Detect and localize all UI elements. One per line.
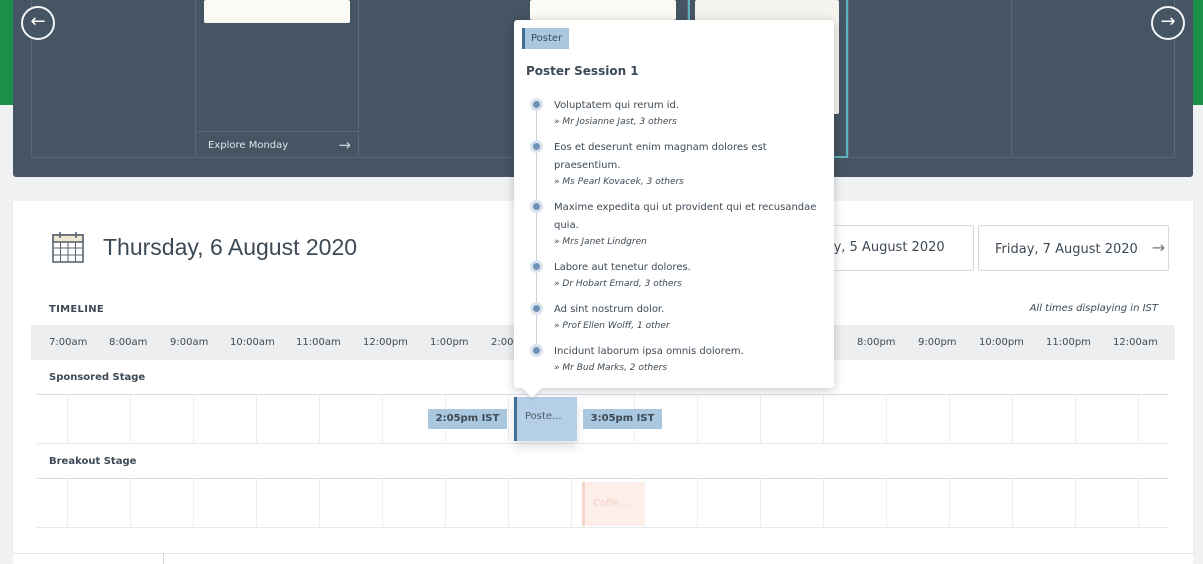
carousel-column [848, 0, 1012, 158]
session-title: Voluptatem qui rerum id. [554, 100, 680, 111]
track-cell [1138, 395, 1139, 443]
session-title: Eos et deserunt enim magnam dolores est … [554, 142, 767, 171]
carousel-column [31, 0, 196, 158]
track-cell [823, 479, 824, 527]
arrow-right-icon: → [1160, 11, 1176, 32]
explore-day-link[interactable]: Explore Monday → [195, 131, 359, 158]
session-speakers: » Prof Ellen Wolff, 1 other [554, 321, 670, 331]
carousel-next-button[interactable]: → [1151, 6, 1185, 40]
hour-label: 1:00pm [430, 337, 469, 348]
track-cell [319, 479, 320, 527]
next-section [13, 553, 1193, 564]
hour-label: 7:00am [49, 337, 88, 348]
track-cell [1012, 395, 1013, 443]
track-cell [1075, 479, 1076, 527]
divider [163, 554, 164, 564]
bullet-icon [530, 302, 543, 315]
session-title: Labore aut tenetur dolores. [554, 262, 691, 273]
track-cell [508, 479, 509, 527]
hour-label: 12:00pm [363, 337, 408, 348]
track-cell [319, 395, 320, 443]
timezone-note: All times displaying in IST [1029, 303, 1158, 314]
track-cell [886, 479, 887, 527]
track-cell [949, 479, 950, 527]
hour-label: 8:00am [109, 337, 148, 348]
track-cell [823, 395, 824, 443]
carousel-prev-button[interactable]: ← [21, 6, 55, 40]
track-cell [193, 479, 194, 527]
track-cell [760, 395, 761, 443]
bullet-icon [530, 260, 543, 273]
hour-label: 12:00am [1113, 337, 1158, 348]
bullet-icon [530, 200, 543, 213]
arrow-right-icon: → [1151, 238, 1166, 257]
hour-label: 11:00pm [1046, 337, 1091, 348]
track-cell [67, 479, 68, 527]
event-title: Poster Session 1 [526, 64, 639, 78]
session-title: Maxime expedita qui ut provident qui et … [554, 202, 817, 231]
session-speakers: » Ms Pearl Kovacek, 3 others [554, 177, 684, 187]
track-cell [130, 479, 131, 527]
track-cell [382, 479, 383, 527]
hour-label: 9:00am [170, 337, 209, 348]
event-end-time: 3:05pm IST [583, 409, 662, 429]
event-popover: Poster Poster Session 1 Voluptatem qui r… [514, 20, 834, 398]
bullet-icon [530, 344, 543, 357]
track-cell [445, 479, 446, 527]
session-speakers: » Mr Josianne Jast, 3 others [554, 117, 677, 127]
bullet-icon [530, 140, 543, 153]
track-cell [256, 395, 257, 443]
event-block-coffee[interactable]: Coffe... [582, 482, 645, 526]
arrow-left-icon: ← [30, 11, 46, 32]
hour-label: 11:00am [296, 337, 341, 348]
track-cell [382, 395, 383, 443]
track-cell [67, 395, 68, 443]
stage-label: Breakout Stage [49, 456, 137, 467]
track-cell [949, 395, 950, 443]
event-type-tag: Poster [522, 28, 570, 49]
bullet-icon [530, 98, 543, 111]
track-cell [1075, 395, 1076, 443]
hour-label: 10:00pm [979, 337, 1024, 348]
session-title: Ad sint nostrum dolor. [554, 304, 665, 315]
hour-label: 10:00am [230, 337, 275, 348]
next-day-button[interactable]: Friday, 7 August 2020 → [978, 225, 1169, 271]
hour-label: 8:00pm [857, 337, 896, 348]
arrow-right-icon: → [338, 136, 351, 154]
stage-label: Sponsored Stage [49, 372, 146, 383]
day-title: Thursday, 6 August 2020 [103, 234, 358, 260]
track-cell [760, 479, 761, 527]
event-start-time: 2:05pm IST [428, 409, 507, 429]
event-block-poster-session[interactable]: Poste... [514, 397, 577, 441]
track-cell [571, 479, 572, 527]
track-cell [1012, 479, 1013, 527]
track-cell [697, 479, 698, 527]
track-cell [1138, 479, 1139, 527]
track-cell [256, 479, 257, 527]
hour-label: 9:00pm [918, 337, 957, 348]
track-cell [508, 395, 509, 443]
session-speakers: » Dr Hobart Emard, 3 others [554, 279, 682, 289]
timeline-heading: TIMELINE [49, 304, 105, 315]
explore-day-label: Explore Monday [208, 140, 289, 151]
session-speakers: » Mrs Janet Lindgren [554, 237, 647, 247]
track-cell [886, 395, 887, 443]
track-cell [130, 395, 131, 443]
track-cell [697, 395, 698, 443]
next-day-label: Friday, 7 August 2020 [995, 242, 1138, 257]
track-cell [193, 395, 194, 443]
day-card-thumbnail[interactable] [530, 0, 676, 20]
session-speakers: » Mr Bud Marks, 2 others [554, 363, 668, 373]
session-title: Incidunt laborum ipsa omnis dolorem. [554, 346, 744, 357]
day-card-thumbnail[interactable] [204, 0, 350, 23]
calendar-icon [52, 232, 84, 263]
